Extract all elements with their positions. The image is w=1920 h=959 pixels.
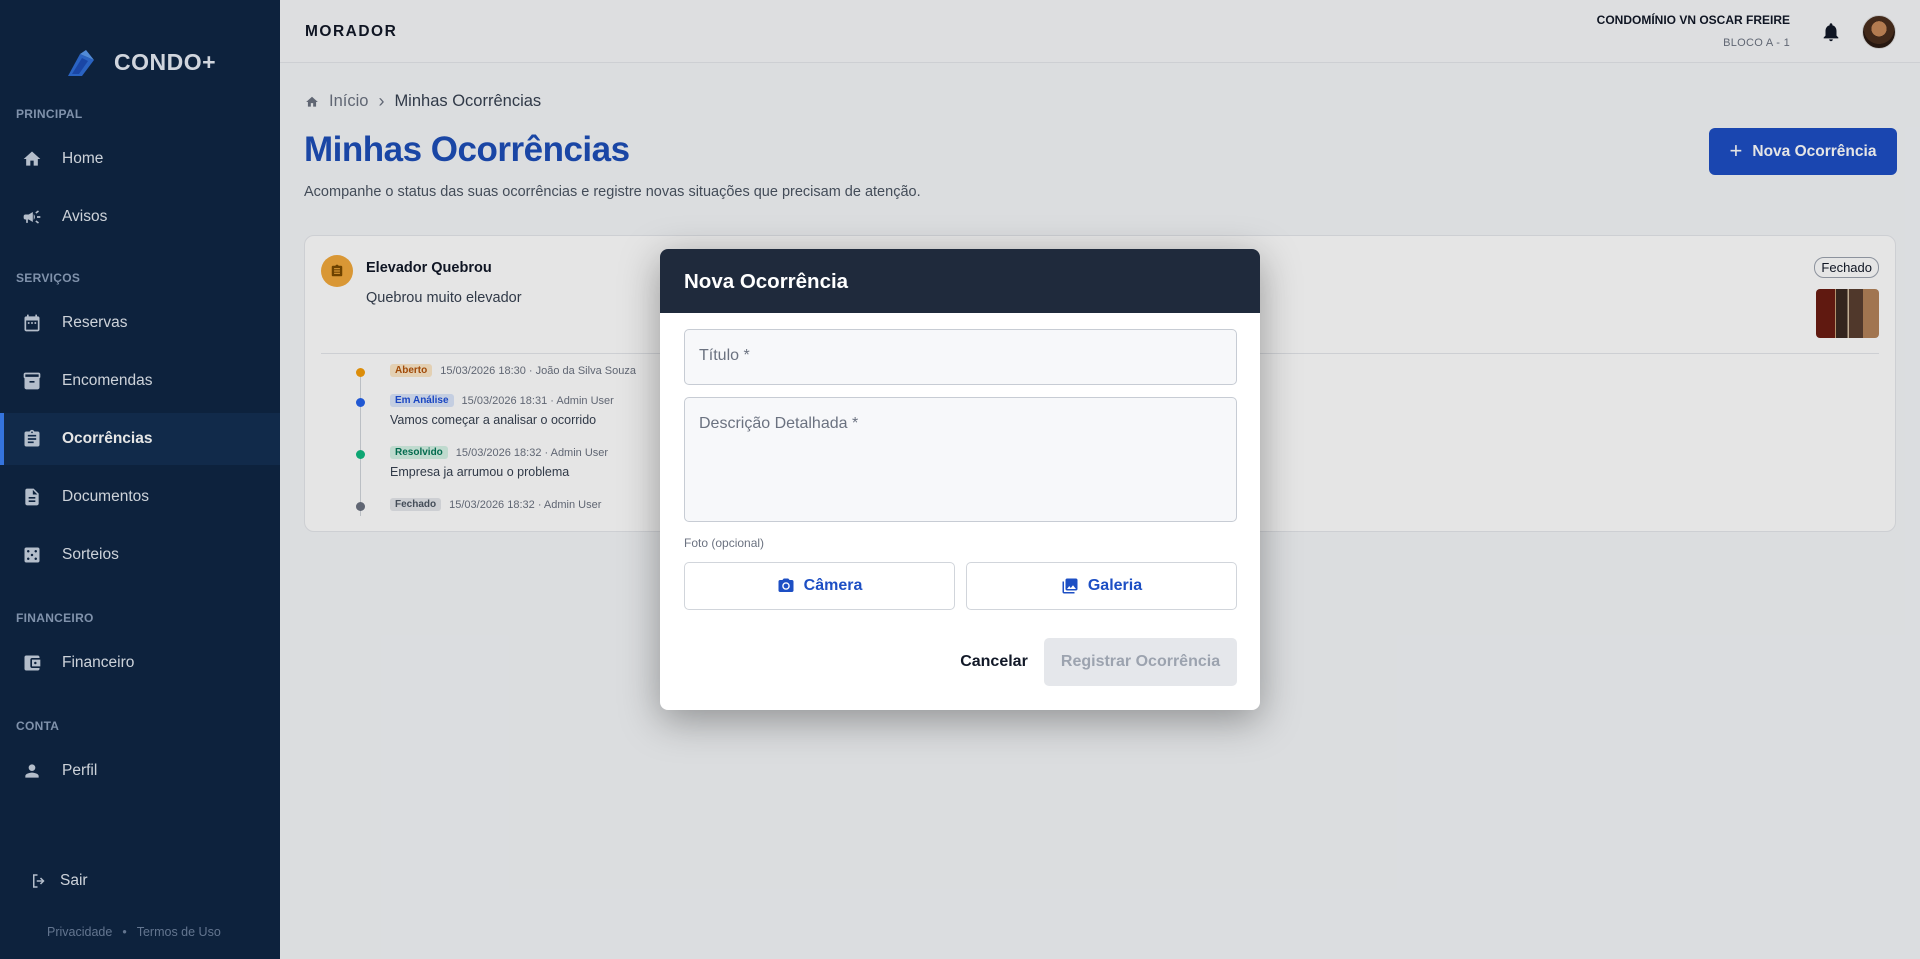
title-input[interactable]: Título * (684, 329, 1237, 385)
camera-icon (778, 578, 794, 592)
submit-occurrence-button[interactable]: Registrar Ocorrência (1044, 638, 1237, 686)
modal-title: Nova Ocorrência (660, 249, 1260, 313)
photo-label: Foto (opcional) (684, 536, 765, 550)
camera-label: Câmera (803, 577, 863, 594)
gallery-button[interactable]: Galeria (966, 562, 1237, 610)
cancel-button[interactable]: Cancelar (940, 638, 1048, 686)
description-textarea[interactable]: Descrição Detalhada * (684, 397, 1237, 522)
new-occurrence-modal: Nova Ocorrência Título * Descrição Detal… (660, 249, 1260, 710)
gallery-icon (1062, 578, 1078, 594)
gallery-label: Galeria (1087, 577, 1143, 594)
camera-button[interactable]: Câmera (684, 562, 955, 610)
